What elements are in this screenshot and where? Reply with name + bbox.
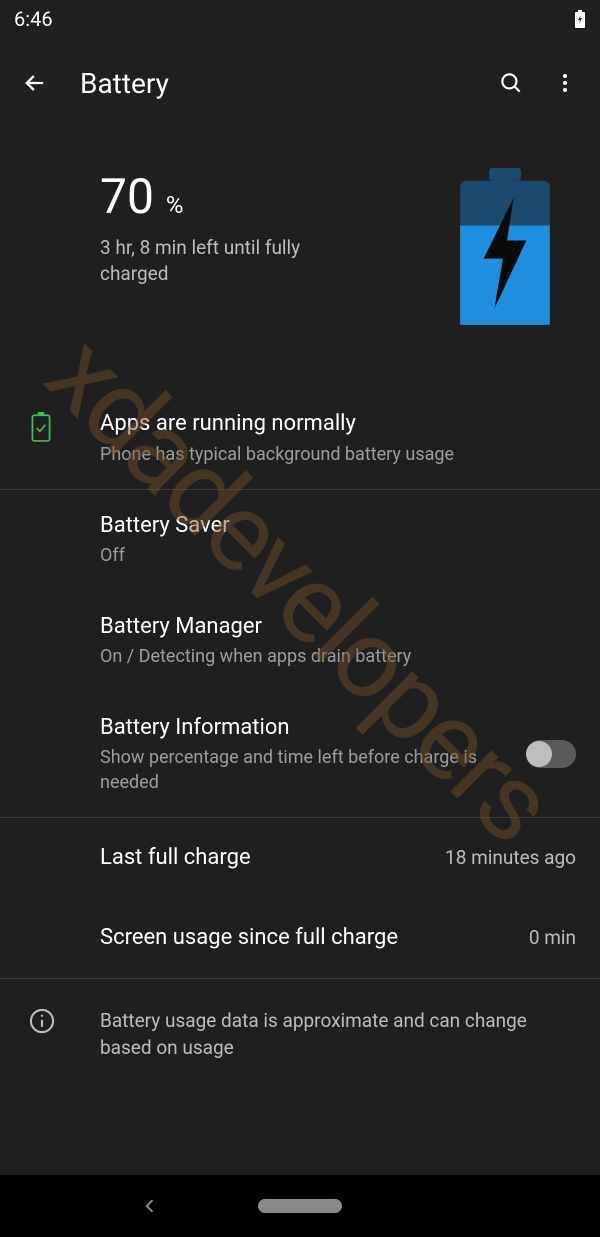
battery-health-subtitle: Phone has typical background battery usa… [100,443,576,467]
page-title: Battery [80,67,484,100]
screen-usage-title: Screen usage since full charge [100,924,513,953]
info-icon [28,1007,56,1035]
app-bar: Battery [0,38,600,128]
battery-percentage: 70 % [100,168,450,225]
search-button[interactable] [484,56,538,110]
nav-bar [0,1175,600,1237]
battery-info-subtitle: Show percentage and time left before cha… [100,746,510,795]
battery-health-row[interactable]: Apps are running normally Phone has typi… [0,388,600,489]
last-full-charge-row[interactable]: Last full charge 18 minutes ago [0,818,600,898]
battery-saver-title: Battery Saver [100,512,576,541]
status-time: 6:46 [14,7,53,31]
battery-manager-title: Battery Manager [100,613,576,642]
battery-health-title: Apps are running normally [100,410,576,439]
status-battery-icon [574,10,586,28]
battery-check-icon [30,412,58,440]
battery-info-row[interactable]: Battery Information Show percentage and … [0,692,600,817]
status-bar: 6:46 [0,0,600,38]
battery-time-remaining: 3 hr, 8 min left until fully charged [100,235,340,286]
battery-manager-subtitle: On / Detecting when apps drain battery [100,645,576,669]
battery-usage-info-text: Battery usage data is approximate and ca… [100,1007,570,1062]
screen-usage-value: 0 min [529,926,576,949]
nav-back-button[interactable] [140,1196,160,1216]
arrow-left-icon [21,69,49,97]
battery-large-icon [450,168,570,328]
battery-saver-row[interactable]: Battery Saver Off [0,490,600,591]
battery-usage-info-row: Battery usage data is approximate and ca… [0,979,600,1090]
back-button[interactable] [8,56,62,110]
battery-info-title: Battery Information [100,714,510,743]
more-vert-icon [553,71,577,95]
overflow-menu-button[interactable] [538,56,592,110]
battery-saver-subtitle: Off [100,544,576,568]
battery-manager-row[interactable]: Battery Manager On / Detecting when apps… [0,591,600,692]
last-full-charge-value: 18 minutes ago [445,846,576,869]
battery-hero: 70 % 3 hr, 8 min left until fully charge… [0,128,600,388]
chevron-left-icon [140,1196,160,1216]
search-icon [498,70,524,96]
screen-usage-row[interactable]: Screen usage since full charge 0 min [0,898,600,978]
last-full-charge-title: Last full charge [100,844,429,873]
nav-home-pill[interactable] [258,1199,342,1213]
battery-info-toggle[interactable] [526,740,576,768]
